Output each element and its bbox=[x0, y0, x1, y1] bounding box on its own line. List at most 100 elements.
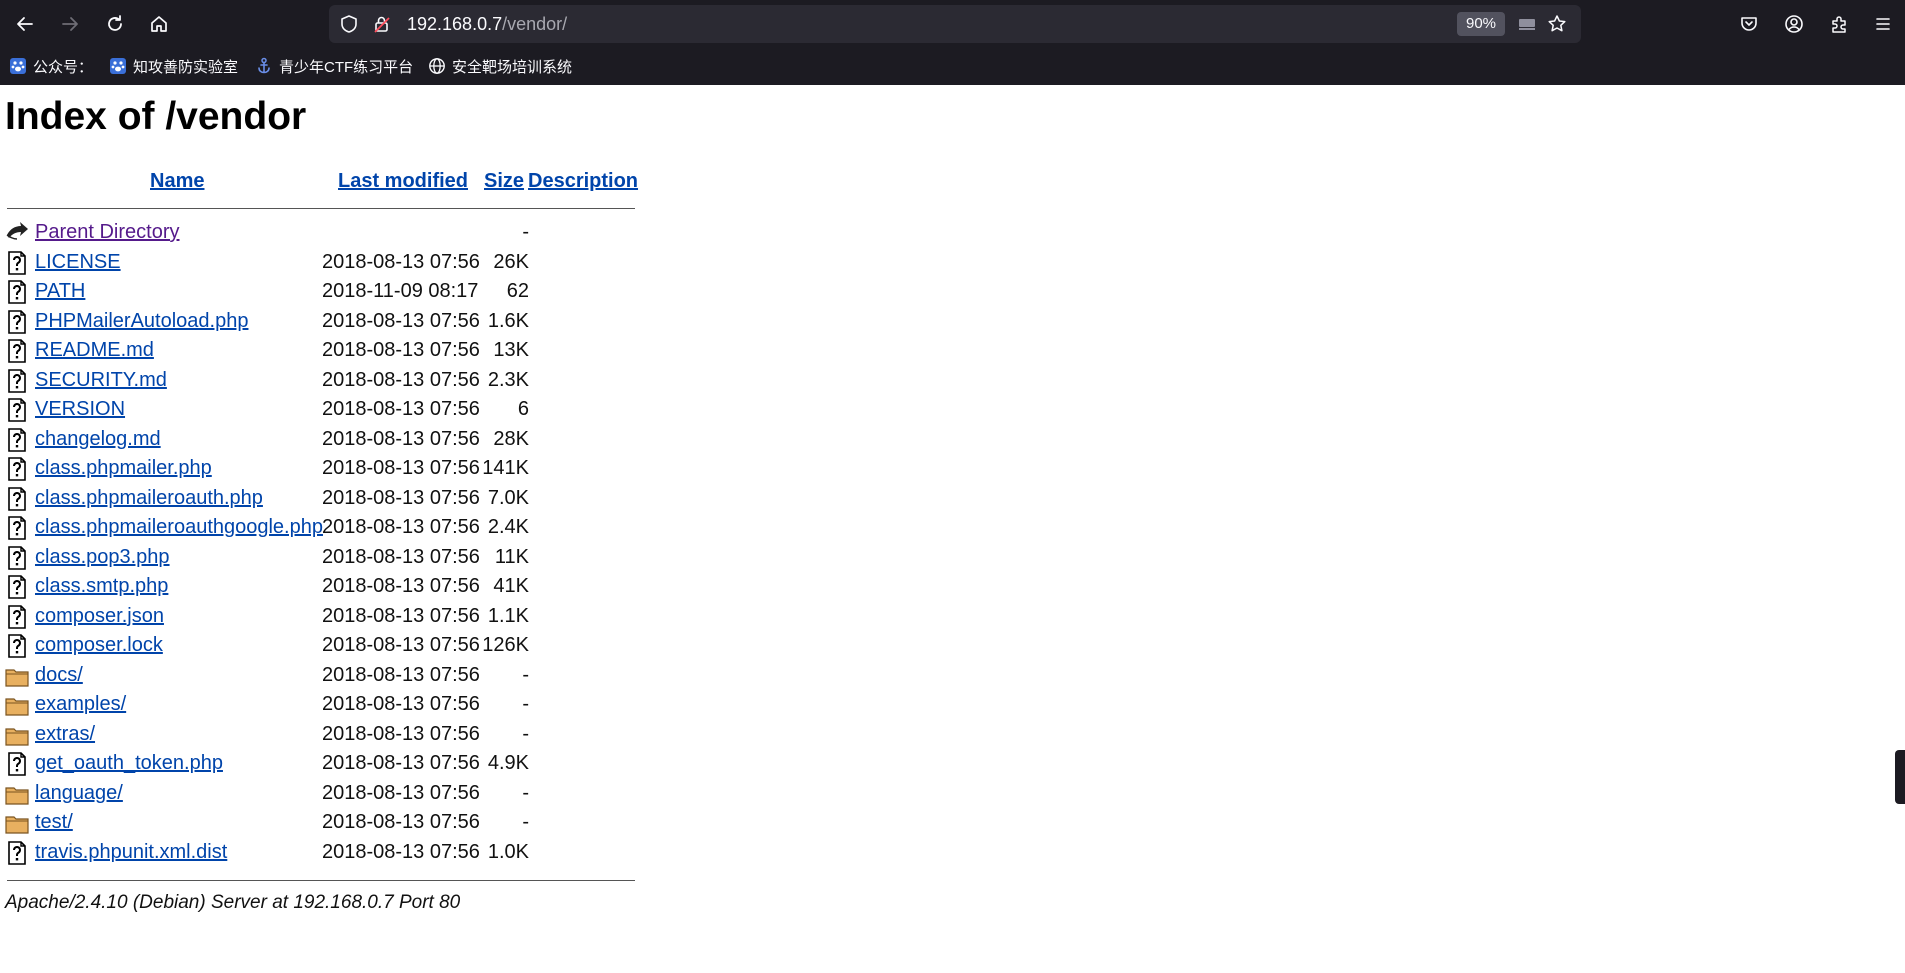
back-arrow-icon bbox=[5, 221, 29, 245]
entry-link[interactable]: class.phpmaileroauthgoogle.php bbox=[35, 514, 323, 540]
url-host: 192.168.0.7 bbox=[407, 14, 503, 34]
table-row: language/2018-08-13 07:56 - bbox=[5, 780, 635, 808]
forward-button[interactable] bbox=[54, 8, 86, 40]
browser-chrome: 192.168.0.7/vendor/ 90% 公众号： 知攻善防实验室 青少年… bbox=[0, 0, 1905, 85]
navigation-toolbar: 192.168.0.7/vendor/ 90% bbox=[0, 0, 1905, 48]
table-row: LICENSE 2018-08-13 07:56 26K bbox=[5, 249, 635, 277]
bookmark-label: 青少年CTF练习平台 bbox=[279, 58, 414, 76]
entry-size: 41K bbox=[493, 575, 529, 597]
entry-link[interactable]: test/ bbox=[35, 809, 73, 835]
entry-link[interactable]: PATH bbox=[35, 278, 85, 304]
entry-last-modified: 2018-08-13 07:56 bbox=[322, 752, 480, 774]
column-header-name[interactable]: Name bbox=[150, 169, 204, 193]
entry-size: - bbox=[522, 722, 529, 745]
entry-size: 4.9K bbox=[487, 752, 529, 774]
entry-last-modified: 2018-08-13 07:56 bbox=[322, 339, 480, 361]
table-row: extras/2018-08-13 07:56 - bbox=[5, 721, 635, 749]
unknown-file-icon bbox=[5, 250, 29, 275]
reader-translate-icon[interactable] bbox=[1517, 14, 1537, 34]
extensions-button[interactable] bbox=[1823, 8, 1855, 40]
unknown-file-icon bbox=[5, 457, 29, 481]
column-header-description[interactable]: Description bbox=[528, 169, 638, 193]
insecure-lock-icon[interactable] bbox=[372, 14, 392, 34]
entry-size: 2.4K bbox=[487, 516, 529, 538]
table-row: VERSION 2018-08-13 07:56 6 bbox=[5, 396, 635, 424]
entry-last-modified: 2018-08-13 07:56 bbox=[322, 516, 480, 538]
entry-link[interactable]: composer.lock bbox=[35, 632, 163, 658]
entry-link[interactable]: PHPMailerAutoload.php bbox=[35, 308, 248, 334]
bookmark-item[interactable]: 知攻善防实验室 bbox=[109, 56, 238, 76]
unknown-file-icon bbox=[5, 280, 29, 304]
entry-link[interactable]: composer.json bbox=[35, 603, 164, 629]
reload-icon bbox=[108, 15, 122, 31]
pocket-icon bbox=[1741, 17, 1757, 31]
unknown-file-icon bbox=[5, 516, 29, 540]
entry-link[interactable]: SECURITY.md bbox=[35, 367, 167, 393]
entry-link[interactable]: travis.phpunit.xml.dist bbox=[35, 839, 227, 865]
entry-link[interactable]: changelog.md bbox=[35, 426, 161, 452]
column-header-last-modified[interactable]: Last modified bbox=[338, 169, 468, 193]
address-bar[interactable]: 192.168.0.7/vendor/ 90% bbox=[329, 5, 1581, 43]
entry-last-modified: 2018-08-13 07:56 bbox=[322, 486, 480, 509]
reload-button[interactable] bbox=[99, 8, 131, 40]
table-row: get_oauth_token.php 2018-08-13 07:56 4.9K bbox=[5, 750, 635, 778]
entry-link[interactable]: class.pop3.php bbox=[35, 544, 170, 570]
bookmark-item[interactable]: 安全靶场培训系统 bbox=[428, 56, 572, 76]
url-text[interactable]: 192.168.0.7/vendor/ bbox=[407, 14, 567, 34]
account-icon bbox=[1785, 15, 1803, 33]
bookmark-star-icon[interactable] bbox=[1547, 14, 1567, 34]
unknown-file-icon bbox=[5, 309, 29, 334]
home-icon bbox=[151, 16, 167, 32]
entry-size: - bbox=[522, 221, 529, 243]
entry-link[interactable]: extras/ bbox=[35, 721, 95, 747]
table-row: SECURITY.md 2018-08-13 07:56 2.3K bbox=[5, 367, 635, 395]
unknown-file-icon bbox=[5, 427, 29, 452]
header-divider bbox=[7, 208, 635, 209]
home-button[interactable] bbox=[143, 8, 175, 40]
entry-link[interactable]: README.md bbox=[35, 337, 154, 363]
tracking-protection-shield-icon[interactable] bbox=[339, 14, 359, 34]
entry-link[interactable]: class.phpmailer.php bbox=[35, 455, 212, 481]
folder-icon bbox=[5, 782, 29, 806]
entry-last-modified: 2018-08-13 07:56 bbox=[322, 309, 480, 332]
folder-icon bbox=[5, 723, 29, 747]
bookmarks-toolbar: 公众号： 知攻善防实验室 青少年CTF练习平台 安全靶场培训系统 bbox=[0, 48, 1905, 85]
entry-size: - bbox=[522, 663, 529, 686]
entry-link[interactable]: LICENSE bbox=[35, 249, 121, 275]
entry-link[interactable]: class.phpmaileroauth.php bbox=[35, 485, 263, 511]
bookmark-item[interactable]: 青少年CTF练习平台 bbox=[255, 56, 413, 76]
entry-link[interactable]: class.smtp.php bbox=[35, 573, 168, 599]
back-arrow-icon bbox=[17, 17, 33, 31]
parent-directory-link[interactable]: Parent Directory bbox=[35, 219, 180, 245]
table-row: class.phpmaileroauthgoogle.php 2018-08-13… bbox=[5, 514, 635, 542]
entry-last-modified: 2018-08-13 07:56 bbox=[322, 368, 480, 391]
entry-last-modified: 2018-08-13 07:56 bbox=[322, 575, 480, 597]
entry-link[interactable]: VERSION bbox=[35, 396, 125, 422]
entry-link[interactable]: get_oauth_token.php bbox=[35, 750, 223, 776]
column-header-size[interactable]: Size bbox=[484, 169, 524, 193]
entry-link[interactable]: docs/ bbox=[35, 662, 83, 688]
unknown-file-icon bbox=[5, 486, 29, 511]
page-title: Index of /vendor bbox=[5, 95, 307, 138]
menu-button[interactable] bbox=[1867, 8, 1899, 40]
unknown-file-icon bbox=[5, 575, 29, 599]
bookmark-item[interactable]: 公众号： bbox=[9, 56, 93, 76]
pocket-button[interactable] bbox=[1733, 8, 1765, 40]
table-row: PHPMailerAutoload.php 2018-08-13 07:56 1.6… bbox=[5, 308, 635, 336]
entry-size: 11K bbox=[494, 545, 529, 568]
entry-last-modified: 2018-08-13 07:56 bbox=[322, 457, 480, 479]
account-button[interactable] bbox=[1778, 8, 1810, 40]
table-row: test/2018-08-13 07:56 - bbox=[5, 809, 635, 837]
entry-link[interactable]: examples/ bbox=[35, 691, 126, 717]
table-row: class.pop3.php 2018-08-13 07:56 11K bbox=[5, 544, 635, 572]
side-panel-tab[interactable] bbox=[1895, 750, 1905, 804]
entry-last-modified: 2018-08-13 07:56 bbox=[322, 663, 480, 686]
back-button[interactable] bbox=[9, 8, 41, 40]
zoom-level-badge[interactable]: 90% bbox=[1457, 12, 1505, 36]
entry-size: 1.1K bbox=[487, 604, 529, 627]
entry-size: - bbox=[522, 811, 529, 833]
entry-link[interactable]: language/ bbox=[35, 780, 123, 806]
parent-directory-row: Parent Directory - bbox=[5, 219, 635, 247]
entry-size: - bbox=[522, 693, 529, 715]
entry-size: 13K bbox=[493, 339, 529, 361]
